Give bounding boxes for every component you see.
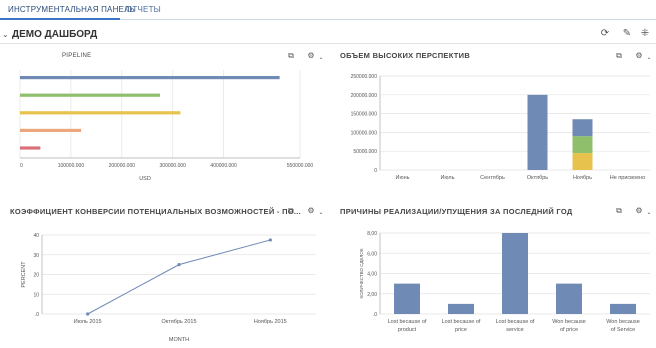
x-tick-label: 0 (20, 163, 23, 169)
bar (20, 76, 280, 80)
pipeline-chart: 0 100000.000 200000.000 300000.000 400000.00… (19, 70, 314, 182)
x-tick-label: 300000.000 (160, 163, 187, 169)
x-tick-label: of Service (611, 327, 635, 333)
x-tick-label: Июль 2015 (74, 319, 102, 325)
data-point (86, 312, 90, 316)
bar (20, 93, 160, 97)
bar-segment (572, 119, 593, 137)
y-tick-label: 100000.000 (351, 130, 378, 136)
bar-segment (572, 153, 593, 170)
x-tick-label: Won because (552, 319, 586, 325)
chevron-down-icon[interactable]: ⌄ (2, 30, 9, 39)
prospects-chart: 0 50000.000 100000.000 150000.000 200000.000… (351, 74, 650, 181)
x-tick-label: Июнь (396, 175, 410, 181)
pipeline-panel: PIPELINE ⧉ ⚙ ⌄ 0 100000.000 200000.000 3000… (0, 48, 330, 188)
bar (20, 111, 181, 115)
x-tick-label: Won because (606, 319, 640, 325)
dashboard-title: ДЕМО ДАШБОРД (12, 29, 98, 40)
x-tick-label: Июль (440, 175, 454, 181)
reasons-panel: ПРИЧИНЫ РЕАЛИЗАЦИИ/УПУЩЕНИЯ ЗА ПОСЛЕДНИЙ… (336, 203, 656, 348)
x-tick-label: Не присвоено (610, 175, 646, 181)
y-tick-label: 20 (33, 273, 39, 279)
x-axis-label: MONTH (169, 337, 189, 343)
y-axis-label: PERCENT (21, 261, 27, 288)
y-tick-label: 4,00 (367, 272, 377, 278)
bar (20, 146, 41, 150)
y-tick-label: 0 (374, 168, 377, 174)
x-tick-label: price (455, 327, 467, 333)
bar-segment (572, 136, 593, 154)
y-tick-label: 40 (33, 233, 39, 239)
y-tick-label: 6,00 (367, 251, 377, 257)
x-tick-label: Октябрь (527, 175, 548, 181)
x-axis-label: USD (139, 176, 151, 182)
x-tick-label: service (506, 327, 523, 333)
tab-reports[interactable]: ОТЧЕТЫ (126, 5, 161, 14)
y-tick-label: 30 (33, 253, 39, 259)
bar (394, 283, 420, 314)
y-tick-label: 8,00 (367, 231, 377, 237)
add-widget-icon[interactable]: ⁜ (638, 27, 652, 41)
conversion-panel: КОЭФФИЦИЕНТ КОНВЕРСИИ ПОТЕНЦИАЛЬНЫХ ВОЗМ… (0, 203, 330, 348)
y-tick-label: 2,00 (367, 292, 377, 298)
active-tab-indicator (0, 18, 120, 20)
y-tick-label: 150000.000 (351, 112, 378, 118)
y-tick-label: .0 (373, 312, 377, 318)
bar (502, 233, 528, 314)
y-tick-label: .0 (35, 312, 39, 318)
x-tick-label: 550000.000 (287, 163, 314, 169)
bar-segment (527, 94, 548, 170)
y-tick-label: 250000.000 (351, 74, 378, 80)
y-tick-label: 200000.000 (351, 93, 378, 99)
refresh-icon[interactable]: ⟳ (598, 27, 612, 41)
data-point (268, 238, 272, 242)
line-series (87, 239, 271, 315)
dashboard-header: ⌄ ДЕМО ДАШБОРД ⟳ ✎ ⁜ (0, 26, 656, 44)
x-tick-label: Lost because of (442, 319, 481, 325)
x-tick-label: product (398, 327, 417, 333)
tab-dashboard[interactable]: ИНСТРУМЕНТАЛЬНАЯ ПАНЕЛЬ (8, 5, 135, 14)
data-point (177, 263, 181, 267)
x-tick-label: 200000.000 (109, 163, 136, 169)
conversion-chart: .0 10 20 30 40 Июль 2015 Октябрь 2015 Ноябрь 20… (21, 233, 316, 343)
prospects-panel: ОБЪЕМ ВЫСОКИХ ПЕРСПЕКТИВ ⧉ ⚙ ⌄ 0 50000.00… (336, 48, 656, 188)
reasons-chart: .0 2,00 4,00 6,00 8,00 Lost because of product… (359, 231, 650, 333)
bar (20, 128, 82, 132)
bar (556, 283, 582, 314)
x-tick-label: 100000.000 (58, 163, 85, 169)
x-tick-label: 400000.000 (210, 163, 237, 169)
tab-bar: ИНСТРУМЕНТАЛЬНАЯ ПАНЕЛЬ ОТЧЕТЫ (0, 0, 656, 20)
edit-icon[interactable]: ✎ (620, 27, 634, 41)
x-tick-label: Ноябрь (573, 175, 592, 181)
x-tick-label: Ноябрь 2015 (254, 319, 287, 325)
y-tick-label: 50000.000 (353, 149, 377, 155)
bar (448, 303, 474, 314)
x-tick-label: Lost because of (388, 319, 427, 325)
x-tick-label: Сентябрь (480, 175, 505, 181)
x-tick-label: Октябрь 2015 (161, 319, 196, 325)
bar (610, 303, 636, 314)
y-tick-label: 10 (33, 292, 39, 298)
y-axis-label: КОЛИЧЕСТВО СДЕЛОК (359, 248, 364, 298)
x-tick-label: Lost because of (496, 319, 535, 325)
x-tick-label: of price (560, 327, 578, 333)
